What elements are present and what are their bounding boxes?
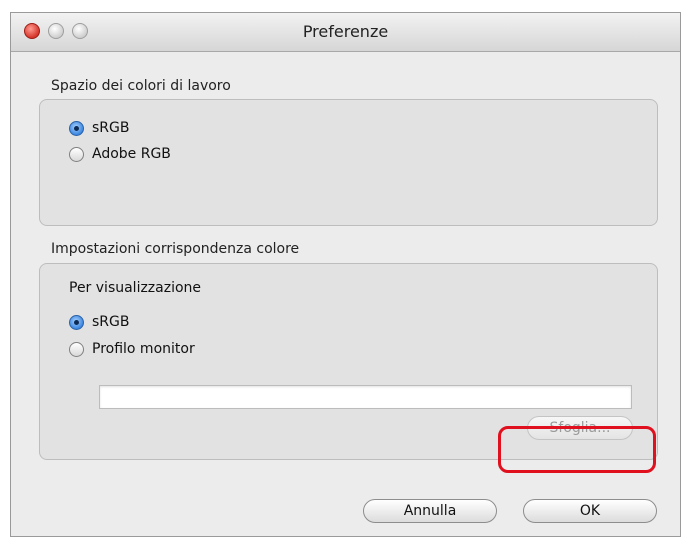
cancel-button[interactable]: Annulla (363, 499, 497, 523)
radio-label: Adobe RGB (92, 146, 171, 162)
title-bar[interactable]: Preferenze (11, 13, 680, 52)
working-space-srgb-radio[interactable]: sRGB (69, 120, 129, 136)
window-title: Preferenze (302, 22, 389, 41)
radio-unselected-icon (69, 146, 84, 162)
radio-label: sRGB (92, 314, 130, 330)
radio-selected-icon (69, 314, 84, 330)
working-space-group (39, 99, 658, 226)
ok-button-highlight-annotation (498, 426, 656, 473)
display-srgb-radio[interactable]: sRGB (69, 314, 129, 330)
radio-label: sRGB (92, 120, 130, 136)
profile-path-field[interactable] (99, 385, 632, 409)
monitor-profile-radio[interactable]: Profilo monitor (69, 341, 195, 357)
display-subtitle: Per visualizzazione (69, 280, 202, 296)
working-space-adobe-rgb-radio[interactable]: Adobe RGB (69, 146, 171, 162)
color-matching-title: Impostazioni corrispondenza colore (51, 241, 300, 257)
ok-button[interactable]: OK (523, 499, 657, 523)
radio-selected-icon (69, 120, 84, 136)
working-space-title: Spazio dei colori di lavoro (51, 78, 231, 94)
radio-label: Profilo monitor (92, 341, 195, 357)
radio-unselected-icon (69, 341, 84, 357)
